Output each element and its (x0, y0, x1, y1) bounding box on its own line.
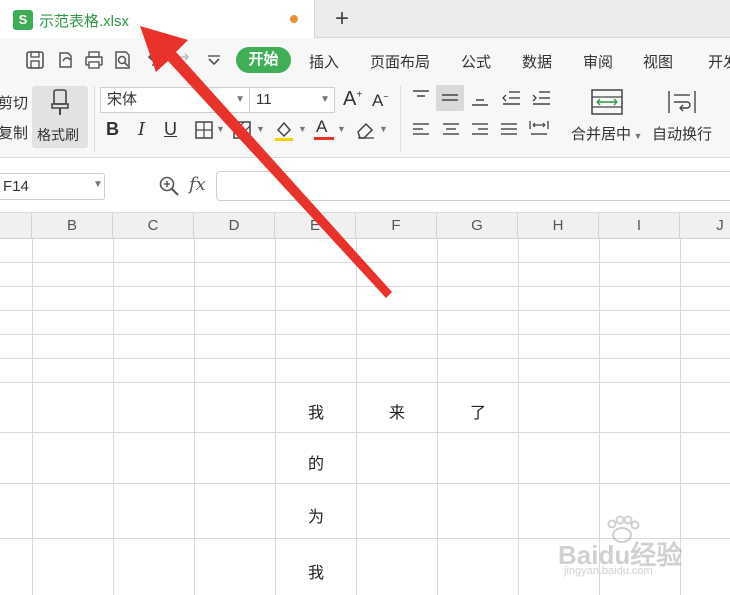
row-header-corner[interactable] (0, 213, 32, 239)
cell-e-text[interactable]: 我 (301, 559, 331, 583)
cell-e-text[interactable]: 我 (301, 399, 331, 423)
chevron-down-icon[interactable]: ▼ (379, 124, 388, 134)
column-header-j[interactable]: J (680, 213, 730, 239)
menu-tab-insert[interactable]: 插入 (309, 51, 339, 72)
merge-center-button[interactable]: 合并居中 ▼ (571, 123, 642, 144)
export-icon[interactable] (54, 49, 76, 71)
chevron-down-icon[interactable]: ▼ (337, 124, 346, 134)
menu-tab-home[interactable]: 开始 (236, 47, 291, 73)
name-box[interactable]: F14 (0, 173, 105, 200)
spreadsheet-file-icon: S (13, 10, 33, 30)
distributed-align-icon[interactable] (528, 118, 550, 140)
fill-color-icon[interactable] (272, 118, 296, 142)
increase-indent-icon[interactable] (530, 88, 552, 108)
baidu-jingyan-watermark: Baidu经验 jingyan.baidu.com (558, 515, 708, 585)
menu-tab-view[interactable]: 视图 (643, 51, 673, 72)
copy-button[interactable]: 复制 (0, 122, 28, 143)
watermark-url: jingyan.baidu.com (564, 565, 653, 577)
file-tab[interactable]: S 示范表格.xlsx (0, 0, 315, 39)
zoom-formula-icon[interactable] (158, 175, 180, 197)
formula-bar: F14 ▼ fx (0, 158, 730, 213)
cut-button[interactable]: 剪切 (0, 92, 28, 113)
borders-icon[interactable] (194, 120, 214, 140)
fill-pattern-icon[interactable] (232, 120, 252, 140)
column-header-h[interactable]: H (518, 213, 599, 239)
menu-tab-data[interactable]: 数据 (522, 51, 552, 72)
file-tab-title[interactable]: 示范表格.xlsx (39, 10, 129, 31)
justify-icon[interactable] (498, 120, 520, 140)
menu-tab-review[interactable]: 审阅 (583, 51, 613, 72)
column-header-f[interactable]: F (356, 213, 437, 239)
chevron-down-icon[interactable]: ▼ (216, 124, 225, 134)
new-tab-button[interactable]: + (330, 5, 354, 33)
font-size-value: 11 (256, 91, 272, 108)
ribbon-separator (400, 86, 401, 152)
cell-e-text[interactable]: 的 (301, 450, 331, 474)
format-painter-button[interactable]: 格式刷 (32, 86, 88, 148)
save-icon[interactable] (24, 49, 46, 71)
font-color-letter: A (316, 117, 328, 136)
font-color-button[interactable]: A (314, 117, 334, 141)
eraser-icon[interactable] (354, 120, 376, 140)
grow-font-button[interactable]: A+ (343, 88, 362, 111)
column-header-i[interactable]: I (599, 213, 680, 239)
tab-bar: S 示范表格.xlsx + (0, 0, 730, 39)
chevron-down-icon[interactable]: ▼ (93, 179, 103, 190)
chevron-down-icon: ▼ (320, 94, 330, 105)
decrease-indent-icon[interactable] (500, 88, 522, 108)
menu-bar: 开始 插入 页面布局 公式 数据 审阅 视图 开发 (0, 38, 730, 82)
cell-e-text[interactable]: 为 (301, 503, 331, 527)
underline-button[interactable]: U (164, 119, 177, 140)
insert-function-button[interactable]: fx (189, 174, 206, 195)
font-name-value: 宋体 (107, 91, 138, 108)
chevron-down-icon: ▼ (235, 94, 245, 105)
unsaved-indicator-dot (290, 15, 298, 23)
ribbon-toolbar: 剪切 复制 格式刷 宋体 ▼ 11 ▼ A+ A− B I U ▼ ▼ ▼ A … (0, 82, 730, 158)
redo-icon[interactable] (172, 49, 194, 71)
bold-button[interactable]: B (106, 119, 119, 140)
align-bottom-icon[interactable] (469, 88, 491, 108)
format-painter-label: 格式刷 (37, 127, 79, 143)
cell-f-text[interactable]: 来 (382, 399, 412, 423)
ribbon-separator (94, 86, 95, 152)
menu-tab-page-layout[interactable]: 页面布局 (370, 51, 430, 72)
print-icon[interactable] (83, 49, 105, 71)
align-top-icon[interactable] (410, 88, 432, 108)
column-header-b[interactable]: B (32, 213, 113, 239)
paintbrush-icon (51, 89, 69, 115)
merge-cells-icon[interactable] (590, 88, 624, 116)
cell-g-text[interactable]: 了 (463, 399, 493, 423)
chevron-down-icon: ▼ (631, 131, 643, 141)
column-header-g[interactable]: G (437, 213, 518, 239)
align-center-icon[interactable] (440, 120, 462, 140)
align-left-icon[interactable] (410, 120, 432, 140)
wrap-text-icon[interactable] (666, 88, 698, 116)
wrap-text-button[interactable]: 自动换行 (652, 123, 712, 144)
customize-toolbar-chevron-icon[interactable] (203, 49, 225, 71)
column-header-c[interactable]: C (113, 213, 194, 239)
font-name-select[interactable]: 宋体 ▼ (100, 87, 250, 113)
column-header-e[interactable]: E (275, 213, 356, 239)
italic-button[interactable]: I (138, 119, 145, 140)
align-middle-icon (442, 94, 458, 101)
align-right-icon[interactable] (469, 120, 491, 140)
menu-tab-formulas[interactable]: 公式 (461, 51, 491, 72)
undo-icon[interactable] (143, 49, 165, 71)
font-color-swatch (314, 137, 334, 140)
align-middle-button[interactable] (436, 85, 464, 111)
chevron-down-icon[interactable]: ▼ (298, 124, 307, 134)
print-preview-icon[interactable] (112, 49, 134, 71)
chevron-down-icon[interactable]: ▼ (256, 124, 265, 134)
column-header-row: B C D E F G H I J (0, 213, 730, 239)
font-size-select[interactable]: 11 ▼ (249, 87, 335, 113)
column-header-d[interactable]: D (194, 213, 275, 239)
formula-input[interactable] (216, 171, 730, 201)
shrink-font-button[interactable]: A− (372, 91, 389, 111)
menu-tab-developer[interactable]: 开发 (708, 51, 730, 72)
